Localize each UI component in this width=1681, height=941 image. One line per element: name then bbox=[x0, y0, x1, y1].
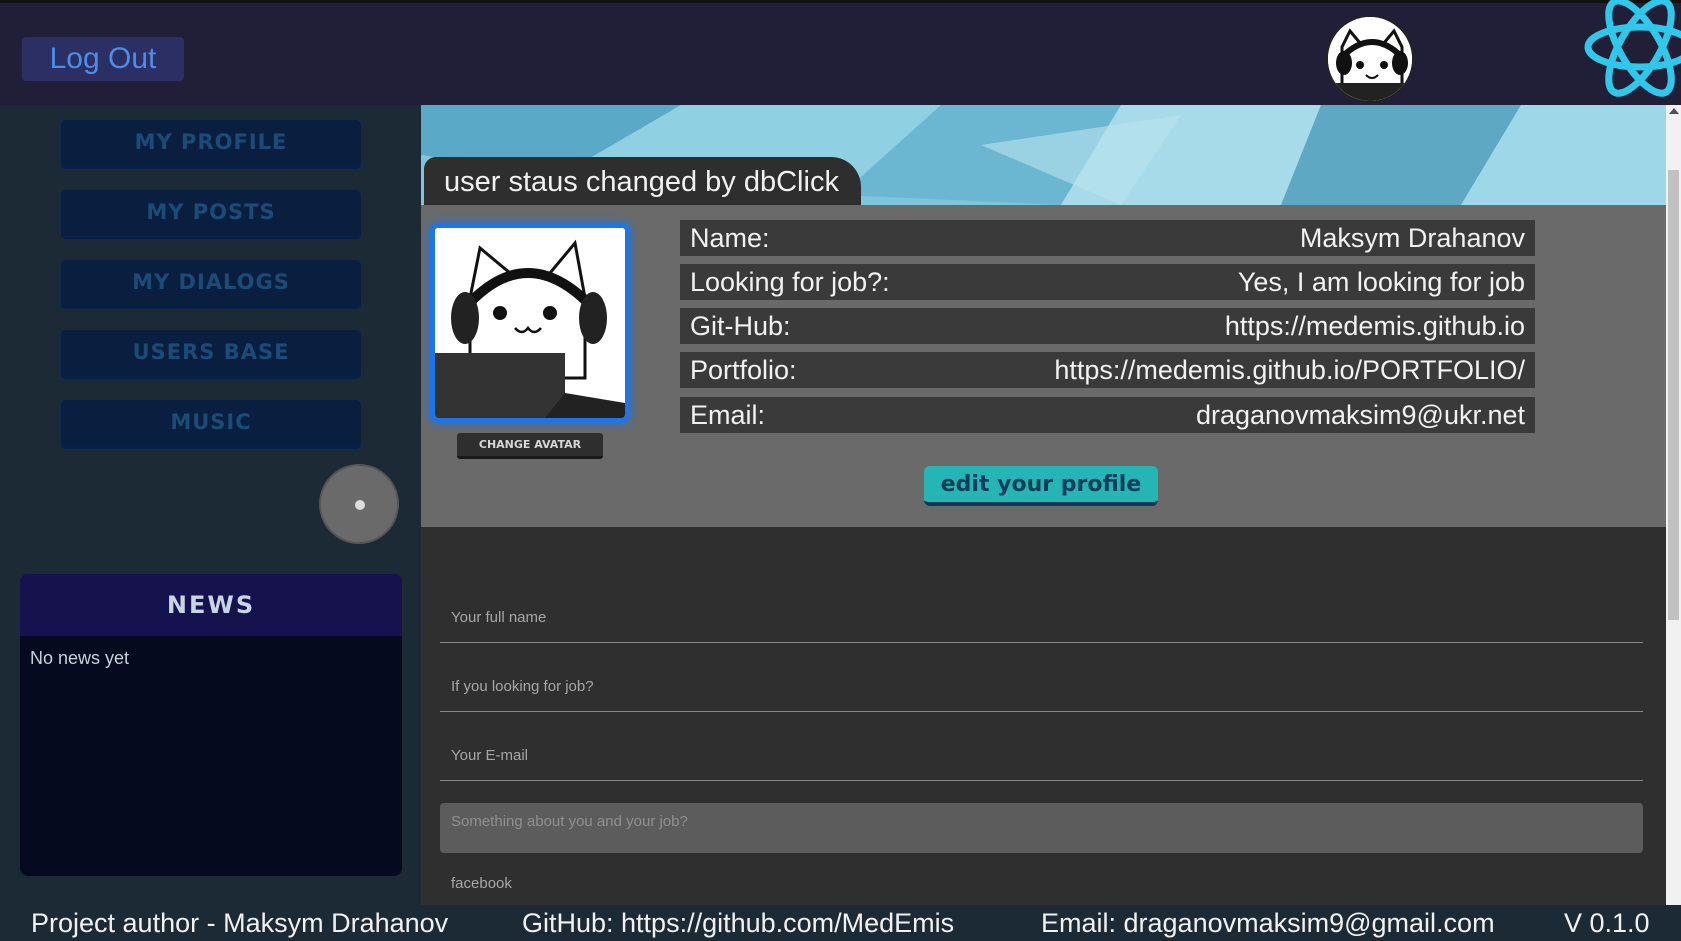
main-content: user staus changed by dbClick CHANGE AVA… bbox=[421, 105, 1666, 905]
footer-author: Project author - Maksym Drahanov bbox=[31, 908, 449, 938]
sound-toggle-dot bbox=[355, 500, 365, 510]
profile-row-portfolio: Portfolio: https://medemis.github.io/POR… bbox=[680, 352, 1535, 388]
app-header: Log Out bbox=[0, 0, 1681, 105]
user-status-text[interactable]: user staus changed by dbClick bbox=[424, 157, 861, 205]
nav-my-dialogs-button[interactable]: MY DIALOGS bbox=[60, 259, 362, 309]
logout-button[interactable]: Log Out bbox=[22, 37, 184, 81]
sound-toggle-icon[interactable] bbox=[319, 464, 399, 544]
nav-my-profile-button[interactable]: MY PROFILE bbox=[60, 119, 362, 169]
nav-my-posts-button[interactable]: MY POSTS bbox=[60, 189, 362, 239]
change-avatar-button[interactable]: CHANGE AVATAR bbox=[457, 433, 603, 459]
nav-users-base-button[interactable]: USERS BASE bbox=[60, 329, 362, 379]
nav-music-button[interactable]: MUSIC bbox=[60, 399, 362, 449]
edit-profile-button[interactable]: edit your profile bbox=[924, 466, 1158, 506]
footer-version: V 0.1.0 bbox=[1564, 908, 1650, 938]
news-body: No news yet bbox=[30, 648, 130, 668]
profile-edit-form: Your full name If you looking for job? Y… bbox=[421, 527, 1666, 905]
profile-row-value: Maksym Drahanov bbox=[1299, 223, 1525, 253]
cat-avatar-icon bbox=[435, 228, 625, 418]
profile-row-label: Email: bbox=[690, 400, 766, 430]
scrollbar-thumb[interactable] bbox=[1668, 170, 1679, 620]
profile-row-label: Looking for job?: bbox=[690, 267, 890, 297]
profile-row-job: Looking for job?: Yes, I am looking for … bbox=[680, 264, 1535, 300]
news-title: NEWS bbox=[20, 574, 402, 636]
email-input[interactable]: Your E-mail bbox=[440, 747, 1643, 781]
profile-row-value: draganovmaksim9@ukr.net bbox=[1195, 400, 1525, 430]
profile-row-name: Name: Maksym Drahanov bbox=[680, 220, 1535, 256]
profile-row-value[interactable]: https://medemis.github.io bbox=[1225, 308, 1525, 344]
scrollbar[interactable] bbox=[1666, 105, 1681, 905]
react-logo-icon bbox=[1580, 0, 1681, 117]
profile-row-label: Name: bbox=[690, 223, 770, 253]
footer-github-link[interactable]: GitHub: https://github.com/MedEmis bbox=[522, 905, 954, 941]
app-footer: Project author - Maksym Drahanov GitHub:… bbox=[0, 905, 1681, 941]
job-status-input[interactable]: If you looking for job? bbox=[440, 678, 1643, 712]
news-panel: NEWS No news yet bbox=[20, 574, 402, 876]
profile-row-label: Portfolio: bbox=[690, 355, 797, 385]
footer-email: Email: draganovmaksim9@gmail.com bbox=[1041, 908, 1495, 938]
scroll-up-arrow-icon[interactable] bbox=[1669, 108, 1679, 114]
full-name-input[interactable]: Your full name bbox=[440, 609, 1643, 643]
header-avatar-icon[interactable] bbox=[1326, 15, 1414, 103]
profile-row-github: Git-Hub: https://medemis.github.io bbox=[680, 308, 1535, 344]
profile-row-email: Email: draganovmaksim9@ukr.net bbox=[680, 397, 1535, 433]
profile-row-label: Git-Hub: bbox=[690, 311, 791, 341]
profile-row-value[interactable]: https://medemis.github.io/PORTFOLIO/ bbox=[1054, 352, 1525, 388]
facebook-input[interactable]: facebook bbox=[440, 875, 1643, 905]
profile-avatar bbox=[430, 223, 630, 423]
profile-row-value: Yes, I am looking for job bbox=[1237, 267, 1525, 297]
profile-banner: user staus changed by dbClick bbox=[421, 105, 1666, 205]
about-textarea[interactable]: Something about you and your job? bbox=[440, 803, 1643, 853]
